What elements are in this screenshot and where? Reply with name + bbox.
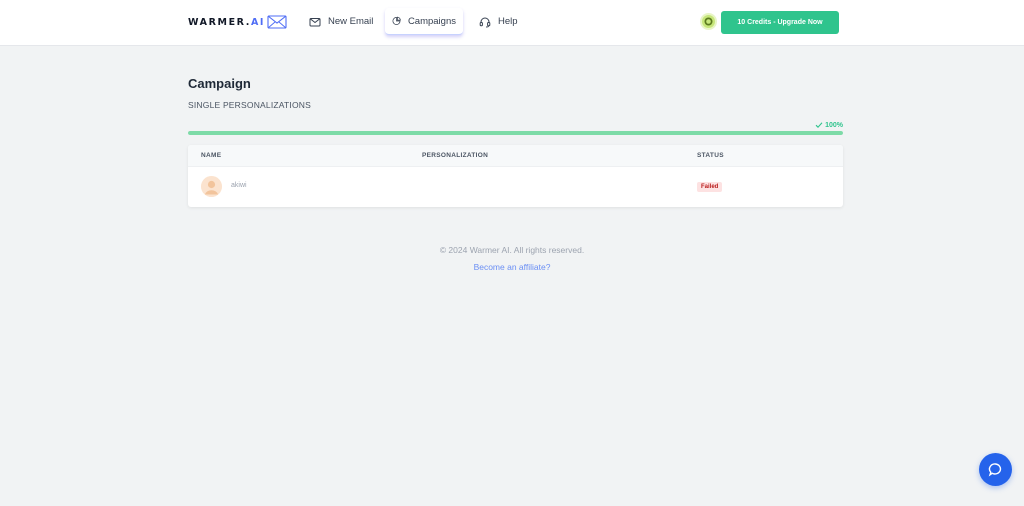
table-row[interactable]: akiwi Failed (188, 167, 843, 207)
user-avatar[interactable] (700, 13, 717, 30)
nav-campaigns[interactable]: Campaigns (385, 8, 463, 35)
nav-campaigns-label: Campaigns (407, 15, 456, 27)
pie-chart-icon (392, 16, 401, 25)
brand-logo[interactable]: WARMER.AI (188, 14, 287, 30)
chat-icon (988, 463, 1002, 477)
support-chat-button[interactable] (979, 453, 1012, 486)
contact-name: akiwi (231, 182, 247, 189)
headset-icon (479, 17, 491, 27)
user-avatar-icon (704, 17, 713, 26)
check-icon (815, 122, 823, 128)
brand-name: WARMER.AI (188, 16, 266, 28)
nav-help-label: Help (498, 16, 518, 27)
mail-icon (309, 17, 321, 26)
nav-help[interactable]: Help (472, 8, 525, 35)
footer-copyright: © 2024 Warmer AI. All rights reserved. (439, 245, 585, 255)
status-badge: Failed (697, 182, 723, 192)
progress-bar (188, 131, 843, 135)
progress-percent: 100% (825, 121, 843, 129)
top-navbar: WARMER.AI New Email Campaigns Help 10 Cr… (0, 0, 1024, 46)
envelope-logo-icon (267, 15, 287, 29)
progress-bar-fill (188, 131, 843, 135)
progress-label: 100% (815, 121, 843, 129)
column-header-status[interactable]: STATUS (697, 152, 724, 159)
column-header-personalization[interactable]: PERSONALIZATION (422, 152, 488, 159)
page-title: Campaign (188, 76, 251, 91)
table-header: NAME PERSONALIZATION STATUS (188, 145, 843, 167)
page-subtitle: SINGLE PERSONALIZATIONS (188, 100, 311, 110)
nav-new-email[interactable]: New Email (302, 8, 380, 35)
nav-new-email-label: New Email (328, 16, 374, 27)
person-placeholder-icon (201, 176, 222, 197)
column-header-name[interactable]: NAME (201, 152, 221, 159)
affiliate-link[interactable]: Become an affiliate? (0, 262, 1024, 272)
upgrade-button[interactable]: 10 Credits - Upgrade Now (721, 11, 839, 34)
results-table: NAME PERSONALIZATION STATUS akiwi Failed (188, 145, 843, 207)
contact-avatar (201, 176, 222, 197)
